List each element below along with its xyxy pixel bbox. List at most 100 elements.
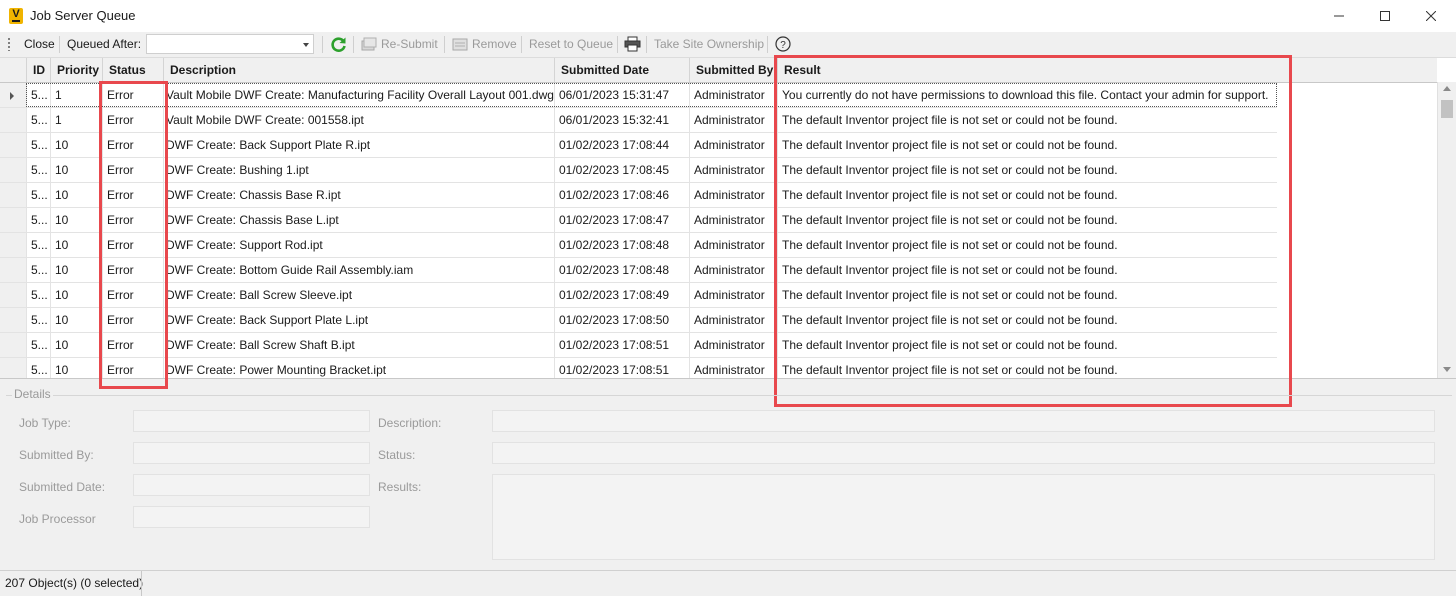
priority-cell[interactable]: 10 <box>50 258 102 283</box>
id-cell[interactable]: 5... <box>26 83 50 108</box>
maximize-button[interactable] <box>1362 0 1408 32</box>
submitted-by-cell[interactable]: Administrator <box>689 258 777 283</box>
id-cell[interactable]: 5... <box>26 258 50 283</box>
submitted-date-cell[interactable]: 06/01/2023 15:31:47 <box>554 83 689 108</box>
priority-cell[interactable]: 10 <box>50 333 102 358</box>
column-header-submitted-by[interactable]: Submitted By <box>689 58 777 82</box>
status-cell[interactable]: Error <box>102 183 163 208</box>
priority-cell[interactable]: 1 <box>50 83 102 108</box>
result-cell[interactable]: You currently do not have permissions to… <box>777 83 1277 108</box>
row-selector[interactable] <box>0 233 26 258</box>
description-cell[interactable]: DWF Create: Bushing 1.ipt <box>163 158 554 183</box>
submitted-by-cell[interactable]: Administrator <box>689 233 777 258</box>
submitted-date-cell[interactable]: 01/02/2023 17:08:48 <box>554 233 689 258</box>
resubmit-button[interactable]: Re-Submit <box>381 32 438 57</box>
description-field[interactable] <box>492 410 1435 432</box>
results-field[interactable] <box>492 474 1435 560</box>
submitted-by-cell[interactable]: Administrator <box>689 133 777 158</box>
priority-cell[interactable]: 10 <box>50 283 102 308</box>
result-cell[interactable]: The default Inventor project file is not… <box>777 133 1277 158</box>
priority-cell[interactable]: 10 <box>50 158 102 183</box>
description-cell[interactable]: DWF Create: Chassis Base R.ipt <box>163 183 554 208</box>
table-row[interactable]: 5... 10 Error DWF Create: Bottom Guide Rail… <box>0 258 1277 283</box>
table-row[interactable]: 5... 1 Error Vault Mobile DWF Create: 00155… <box>0 108 1277 133</box>
submitted-date-cell[interactable]: 01/02/2023 17:08:49 <box>554 283 689 308</box>
id-cell[interactable]: 5... <box>26 208 50 233</box>
column-header-description[interactable]: Description <box>163 58 554 82</box>
print-icon[interactable] <box>624 36 641 52</box>
submitted-date-cell[interactable]: 01/02/2023 17:08:51 <box>554 333 689 358</box>
result-cell[interactable]: The default Inventor project file is not… <box>777 258 1277 283</box>
status-cell[interactable]: Error <box>102 258 163 283</box>
submitted-by-cell[interactable]: Administrator <box>689 208 777 233</box>
submitted-by-cell[interactable]: Administrator <box>689 158 777 183</box>
submitted-date-cell[interactable]: 01/02/2023 17:08:46 <box>554 183 689 208</box>
id-cell[interactable]: 5... <box>26 283 50 308</box>
submitted-date-field[interactable] <box>133 474 370 496</box>
status-cell[interactable]: Error <box>102 83 163 108</box>
row-selector[interactable] <box>0 283 26 308</box>
description-cell[interactable]: DWF Create: Chassis Base L.ipt <box>163 208 554 233</box>
priority-cell[interactable]: 10 <box>50 233 102 258</box>
column-header-submitted-date[interactable]: Submitted Date <box>554 58 689 82</box>
id-cell[interactable]: 5... <box>26 358 50 378</box>
table-row[interactable]: 5... 10 Error DWF Create: Chassis Base R.ip… <box>0 183 1277 208</box>
result-cell[interactable]: The default Inventor project file is not… <box>777 333 1277 358</box>
table-row[interactable]: 5... 10 Error DWF Create: Bushing 1.ipt 01/0… <box>0 158 1277 183</box>
description-cell[interactable]: DWF Create: Ball Screw Shaft B.ipt <box>163 333 554 358</box>
description-cell[interactable]: DWF Create: Ball Screw Sleeve.ipt <box>163 283 554 308</box>
vertical-scrollbar[interactable] <box>1437 82 1456 378</box>
reset-to-queue-button[interactable]: Reset to Queue <box>529 32 613 57</box>
description-cell[interactable]: DWF Create: Support Rod.ipt <box>163 233 554 258</box>
submitted-by-cell[interactable]: Administrator <box>689 333 777 358</box>
description-cell[interactable]: DWF Create: Back Support Plate L.ipt <box>163 308 554 333</box>
take-site-ownership-button[interactable]: Take Site Ownership <box>654 32 764 57</box>
result-cell[interactable]: The default Inventor project file is not… <box>777 233 1277 258</box>
table-row[interactable]: 5... 10 Error DWF Create: Back Support Plat… <box>0 133 1277 158</box>
row-selector[interactable] <box>0 133 26 158</box>
table-row[interactable]: 5... 10 Error DWF Create: Ball Screw Sleeve… <box>0 283 1277 308</box>
submitted-by-cell[interactable]: Administrator <box>689 283 777 308</box>
table-row[interactable]: 5... 10 Error DWF Create: Power Mounting Br… <box>0 358 1277 378</box>
row-selector[interactable] <box>0 358 26 378</box>
result-cell[interactable]: The default Inventor project file is not… <box>777 158 1277 183</box>
submitted-by-field[interactable] <box>133 442 370 464</box>
status-cell[interactable]: Error <box>102 333 163 358</box>
row-selector[interactable] <box>0 183 26 208</box>
status-cell[interactable]: Error <box>102 308 163 333</box>
job-type-field[interactable] <box>133 410 370 432</box>
help-icon[interactable]: ? <box>775 36 791 52</box>
id-cell[interactable]: 5... <box>26 108 50 133</box>
submitted-date-cell[interactable]: 01/02/2023 17:08:48 <box>554 258 689 283</box>
result-cell[interactable]: The default Inventor project file is not… <box>777 283 1277 308</box>
row-selector[interactable] <box>0 208 26 233</box>
minimize-button[interactable] <box>1316 0 1362 32</box>
column-header-status[interactable]: Status <box>102 58 163 82</box>
result-cell[interactable]: The default Inventor project file is not… <box>777 183 1277 208</box>
row-selector[interactable] <box>0 333 26 358</box>
row-selector[interactable] <box>0 108 26 133</box>
remove-button[interactable]: Remove <box>472 32 517 57</box>
result-cell[interactable]: The default Inventor project file is not… <box>777 308 1277 333</box>
table-row[interactable]: 5... 1 Error Vault Mobile DWF Create: Manuf… <box>0 83 1277 108</box>
id-cell[interactable]: 5... <box>26 183 50 208</box>
scroll-down-icon[interactable] <box>1443 367 1451 372</box>
submitted-by-cell[interactable]: Administrator <box>689 108 777 133</box>
job-processor-field[interactable] <box>133 506 370 528</box>
id-cell[interactable]: 5... <box>26 308 50 333</box>
status-field[interactable] <box>492 442 1435 464</box>
table-row[interactable]: 5... 10 Error DWF Create: Back Support Plat… <box>0 308 1277 333</box>
submitted-date-cell[interactable]: 01/02/2023 17:08:51 <box>554 358 689 378</box>
table-row[interactable]: 5... 10 Error DWF Create: Chassis Base L.ip… <box>0 208 1277 233</box>
id-cell[interactable]: 5... <box>26 158 50 183</box>
table-row[interactable]: 5... 10 Error DWF Create: Support Rod.ipt 01… <box>0 233 1277 258</box>
status-cell[interactable]: Error <box>102 358 163 378</box>
id-cell[interactable]: 5... <box>26 133 50 158</box>
row-selector[interactable] <box>0 83 26 108</box>
submitted-by-cell[interactable]: Administrator <box>689 183 777 208</box>
row-selector[interactable] <box>0 308 26 333</box>
id-cell[interactable]: 5... <box>26 233 50 258</box>
column-header-result[interactable]: Result <box>777 58 1437 82</box>
submitted-date-cell[interactable]: 01/02/2023 17:08:47 <box>554 208 689 233</box>
queued-after-dropdown[interactable] <box>146 34 314 54</box>
